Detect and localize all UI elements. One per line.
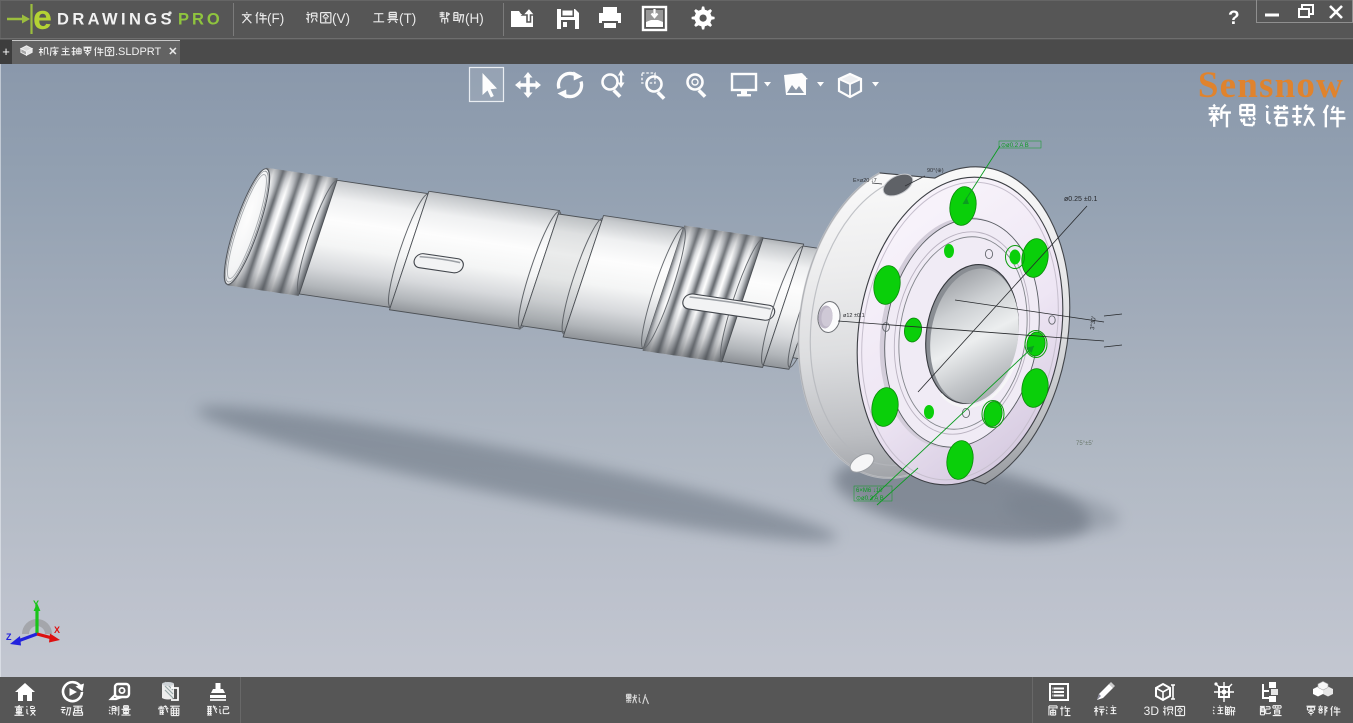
svg-text:75°±5': 75°±5': [1076, 441, 1093, 447]
svg-text:6×M6 ↓10: 6×M6 ↓10: [856, 488, 883, 494]
svg-text:Y: Y: [33, 599, 39, 609]
svg-text:ø12 ±0.1: ø12 ±0.1: [843, 313, 865, 319]
svg-text:X: X: [54, 625, 60, 635]
svg-text:3°30': 3°30': [1090, 316, 1098, 330]
svg-text:PRO: PRO: [178, 11, 223, 29]
svg-text:DRAWINGS: DRAWINGS: [57, 11, 175, 29]
svg-text:?: ?: [1228, 8, 1240, 29]
svg-text:ø0.25 ±0.1: ø0.25 ±0.1: [1064, 196, 1098, 203]
svg-text:Z: Z: [6, 632, 12, 642]
svg-text:e: e: [33, 0, 52, 37]
svg-text:90°(⊕): 90°(⊕): [927, 168, 944, 174]
